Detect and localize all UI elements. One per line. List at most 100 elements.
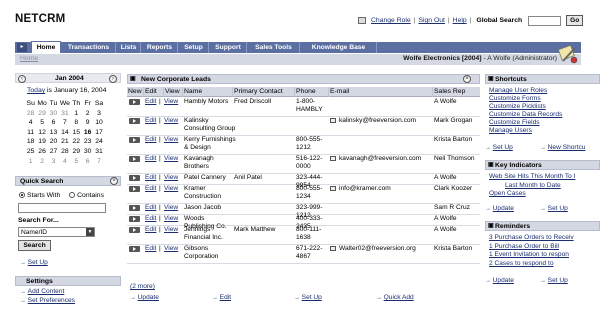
leads-close-icon[interactable]: × (463, 75, 471, 83)
breadcrumb-home[interactable]: Home (20, 55, 38, 62)
row-edit-link[interactable]: Edit (145, 226, 156, 234)
calendar-prev-icon[interactable]: ‹ (18, 75, 26, 83)
row-edit-link[interactable]: Edit (145, 174, 156, 182)
row-view-link[interactable]: View (164, 204, 178, 212)
quick-search-input[interactable] (18, 203, 106, 213)
row-edit-link[interactable]: Edit (145, 98, 156, 106)
leads-setup-link[interactable]: Set Up (302, 294, 322, 301)
calendar-day[interactable]: 3 (48, 157, 59, 167)
calendar-day[interactable]: 6 (82, 157, 93, 167)
calendar-day[interactable]: 2 (82, 109, 93, 119)
tab-home[interactable]: Home (31, 41, 61, 53)
shortcuts-setup-link[interactable]: Set Up (493, 144, 513, 151)
starts-with-radio[interactable] (19, 192, 25, 199)
row-edit-link[interactable]: Edit (145, 155, 156, 163)
tab-support[interactable]: Support (210, 42, 247, 53)
shortcut-item[interactable]: Manage User Roles (489, 87, 562, 95)
sales-tools-icon[interactable] (557, 43, 579, 65)
row-edit-link[interactable]: Edit (145, 245, 156, 253)
col-primary-contact[interactable]: Primary Contact (234, 88, 283, 95)
calendar-day[interactable]: 17 (93, 128, 104, 138)
calendar-day[interactable]: 5 (71, 157, 82, 167)
lead-email[interactable]: kalinsky@freeversion.com (339, 117, 416, 124)
calendar-day[interactable]: 13 (48, 128, 59, 138)
email-icon[interactable] (330, 155, 336, 161)
contains-radio[interactable] (69, 192, 76, 199)
more-leads-link[interactable]: (2 more) (130, 283, 155, 290)
calendar-day[interactable]: 11 (25, 128, 36, 138)
row-view-link[interactable]: View (164, 226, 178, 234)
set-preferences-link[interactable]: Set Preferences (28, 297, 75, 304)
row-view-link[interactable]: View (164, 185, 178, 193)
tab-sales-tools[interactable]: Sales Tools (248, 42, 300, 53)
calendar-day[interactable]: 4 (59, 157, 70, 167)
calendar-day[interactable]: 29 (71, 147, 82, 157)
reminders-collapse-icon[interactable]: ▣ (488, 222, 494, 231)
calendar-day[interactable]: 30 (82, 147, 93, 157)
calendar-day[interactable]: 1 (71, 109, 82, 119)
quick-search-close-icon[interactable]: × (110, 177, 118, 185)
search-field-select[interactable]: Name/ID ▼ (18, 227, 95, 237)
row-edit-link[interactable]: Edit (145, 136, 156, 144)
change-role-link[interactable]: Change Role (371, 17, 411, 24)
calendar-day[interactable]: 21 (59, 137, 70, 147)
new-row-icon[interactable] (129, 156, 140, 162)
search-button[interactable]: Search (18, 240, 51, 251)
reminder-item[interactable]: 1 Purchase Order to Bill (489, 243, 574, 252)
indicators-setup-link[interactable]: Set Up (548, 205, 568, 212)
tab-reports[interactable]: Reports (142, 42, 178, 53)
sign-out-link[interactable]: Sign Out (418, 17, 444, 24)
calendar-day[interactable]: 15 (71, 128, 82, 138)
indicators-update-link[interactable]: Update (493, 205, 514, 212)
calendar-day[interactable]: 28 (25, 109, 36, 119)
calendar-day[interactable]: 7 (59, 118, 70, 128)
calendar-day[interactable]: 27 (48, 147, 59, 157)
calendar-day[interactable]: 18 (25, 137, 36, 147)
calendar-day[interactable]: 6 (48, 118, 59, 128)
leads-edit-link[interactable]: Edit (220, 294, 231, 301)
calendar-day[interactable]: 31 (59, 109, 70, 119)
key-indicators-collapse-icon[interactable]: ▣ (488, 161, 494, 170)
calendar-day[interactable]: 1 (25, 157, 36, 167)
row-edit-link[interactable]: Edit (145, 215, 156, 223)
global-search-go-button[interactable]: Go (566, 15, 584, 26)
new-row-icon[interactable] (129, 246, 140, 252)
indicator-item[interactable]: Web Site Hits This Month To I (489, 173, 576, 182)
tab-setup[interactable]: Setup (179, 42, 209, 53)
row-view-link[interactable]: View (164, 155, 178, 163)
new-row-icon[interactable] (129, 137, 140, 143)
email-icon[interactable] (330, 185, 336, 191)
calendar-day[interactable]: 24 (93, 137, 104, 147)
reminders-update-link[interactable]: Update (493, 277, 514, 284)
shortcuts-collapse-icon[interactable]: ▣ (488, 75, 494, 84)
shortcut-item[interactable]: Customize Fields (489, 119, 562, 127)
reminders-setup-link[interactable]: Set Up (548, 277, 568, 284)
calendar-next-icon[interactable]: › (109, 75, 117, 83)
row-view-link[interactable]: View (164, 245, 178, 253)
help-link[interactable]: Help (453, 17, 467, 24)
calendar-day[interactable]: 30 (48, 109, 59, 119)
row-view-link[interactable]: View (164, 98, 178, 106)
calendar-day[interactable]: 3 (93, 109, 104, 119)
nav-arrow-icon[interactable]: ▸ (17, 43, 27, 52)
new-row-icon[interactable] (129, 216, 140, 222)
shortcut-item[interactable]: Customize Data Records (489, 111, 562, 119)
leads-quick-add-link[interactable]: Quick Add (384, 294, 414, 301)
reminder-item[interactable]: 2 Cases to respond to (489, 260, 574, 269)
row-edit-link[interactable]: Edit (145, 185, 156, 193)
reminder-item[interactable]: 1 Event Invitation to respon (489, 251, 574, 260)
calendar-day[interactable]: 14 (59, 128, 70, 138)
calendar-day[interactable]: 26 (36, 147, 47, 157)
leads-collapse-icon[interactable]: ▣ (130, 75, 136, 84)
calendar-day[interactable]: 19 (36, 137, 47, 147)
calendar-day[interactable]: 20 (48, 137, 59, 147)
shortcut-item[interactable]: Customize Picklists (489, 103, 562, 111)
row-edit-link[interactable]: Edit (145, 117, 156, 125)
col-sales-rep[interactable]: Sales Rep (434, 88, 465, 95)
calendar-day[interactable]: 12 (36, 128, 47, 138)
col-phone[interactable]: Phone (296, 88, 316, 95)
calendar-day[interactable]: 31 (93, 147, 104, 157)
tab-lists[interactable]: Lists (117, 42, 141, 53)
calendar-day[interactable]: 7 (93, 157, 104, 167)
row-view-link[interactable]: View (164, 117, 178, 125)
